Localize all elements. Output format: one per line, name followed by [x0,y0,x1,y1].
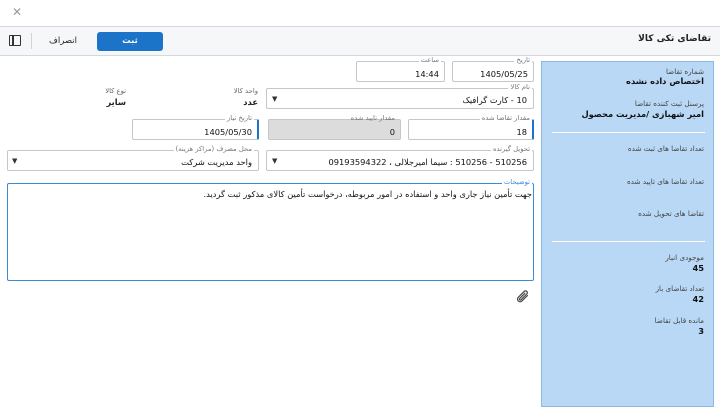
info-divider [552,241,705,242]
item-name-value: 10 - کارت گرافیک [462,95,528,105]
item-name-label: نام کالا [508,83,532,91]
cost-center-select[interactable]: ▼ واحد مدیریت شرکت [7,150,259,171]
item-name-select[interactable]: ▼ 10 - کارت گرافیک [266,88,534,109]
registrar-label: پرسنل ثبت کننده تقاضا [634,99,704,108]
receiver-value: 510256 - 510256 : سیما امیرجلالی ، 09193… [328,157,527,167]
time-field[interactable]: 14:44 [356,61,445,82]
cost-center-value: واحد مدیریت شرکت [181,157,252,167]
info-divider [552,132,705,133]
description-label: توضیحات [501,178,532,186]
date-value: 1405/05/25 [480,69,528,79]
delivered-count-label: تقاضا های تحویل شده [638,209,704,218]
request-number-label: شماره تقاضا [665,67,704,76]
cost-center-label: محل مصرف (مراکز هزینه) [173,145,254,153]
info-panel: شماره تقاضا اختصاص داده نشده پرسنل ثبت ک… [541,61,714,407]
paperclip-icon[interactable] [516,290,532,304]
approved-count-label: تعداد تقاضا های تایید شده [627,177,704,186]
registered-count-label: تعداد تقاضا های ثبت شده [627,144,704,153]
approved-qty-field: 0 [268,119,401,140]
item-type-label: نوع کالا [105,87,126,95]
save-button[interactable]: ثبت [97,32,163,51]
time-value: 14:44 [415,69,439,79]
close-icon[interactable]: ✕ [10,5,24,19]
receiver-label: تحویل گیرنده [490,145,532,153]
need-date-value: 1405/05/30 [204,127,252,137]
remaining-label: مانده قابل تقاضا [654,316,704,325]
date-field[interactable]: 1405/05/25 [452,61,534,82]
sidebar-toggle-icon[interactable] [9,35,21,46]
item-type-value: سایر [106,97,126,107]
requested-qty-value: 18 [516,127,527,137]
need-date-label: تاریخ نیاز [225,114,254,122]
approved-qty-label: مقدار تایید شده [350,114,395,122]
stock-label: موجودی انبار [665,253,704,262]
chevron-down-icon[interactable]: ▼ [272,157,277,165]
requested-qty-field[interactable]: 18 [408,119,534,140]
toolbar-divider [31,33,32,49]
request-number-value: اختصاص داده نشده [626,76,704,86]
unit-value: عدد [243,97,258,107]
need-date-field[interactable]: 1405/05/30 [132,119,259,140]
open-requests-value: 42 [692,294,704,304]
cancel-button[interactable]: انصراف [40,33,86,50]
open-requests-label: تعداد تقاضای باز [655,284,704,293]
chevron-down-icon[interactable]: ▼ [12,157,17,165]
description-value: جهت تأمین نیاز جاری واحد و استفاده در ام… [203,189,532,199]
requested-qty-label: مقدار تقاضا شده [479,114,532,122]
approved-qty-value: 0 [389,127,395,137]
remaining-value: 3 [698,326,704,336]
date-label: تاریخ [514,56,532,64]
unit-label: واحد کالا [233,87,258,95]
chevron-down-icon[interactable]: ▼ [272,95,277,103]
stock-value: 45 [692,263,704,273]
receiver-select[interactable]: ▼ 510256 - 510256 : سیما امیرجلالی ، 091… [266,150,534,171]
toolbar: انصراف ثبت تقاضای تکی کالا [0,26,720,56]
time-label: ساعت [418,56,441,64]
registrar-value: امیر شهبازی /مدیریت محصول [581,109,704,119]
page-title: تقاضای تکی کالا [638,34,711,44]
